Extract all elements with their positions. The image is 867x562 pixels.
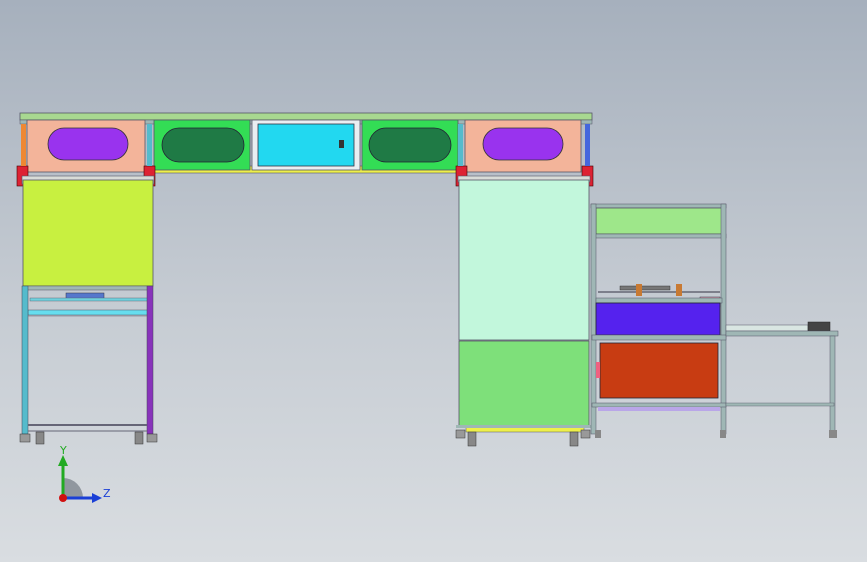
conveyor-leg xyxy=(829,335,836,435)
cyan-post-right xyxy=(458,124,463,166)
conveyor-belt xyxy=(725,324,809,332)
station-rail-3 xyxy=(595,297,723,304)
foot-2 xyxy=(35,431,45,445)
left-machine xyxy=(19,175,158,445)
orange-post-left xyxy=(21,124,26,166)
cab-foot-1 xyxy=(455,429,466,439)
station-rail-5 xyxy=(591,402,727,408)
z-axis-arrow xyxy=(92,493,102,503)
station-post-right xyxy=(720,203,727,435)
side-indicator xyxy=(596,362,600,378)
foot-3 xyxy=(134,431,144,445)
station-top-rail xyxy=(590,203,727,209)
cab-foot-2 xyxy=(467,431,477,447)
center-cabinet xyxy=(455,175,592,447)
purple-window-left xyxy=(47,127,129,161)
coordinate-triad: Y Z xyxy=(58,444,111,503)
purple-window-right xyxy=(482,127,564,161)
left-leg-2 xyxy=(146,285,154,435)
station-rail-6 xyxy=(598,407,720,411)
blue-post-right xyxy=(585,124,590,166)
foot-1 xyxy=(19,433,31,443)
mint-panel xyxy=(458,179,590,341)
left-shelf xyxy=(23,285,153,291)
conveyor-table xyxy=(725,321,839,438)
mechanism-bar xyxy=(619,285,671,291)
panel-lock-icon xyxy=(339,140,344,148)
y-axis-label: Y xyxy=(59,444,67,457)
top-rail xyxy=(19,112,593,121)
mechanism-block-2 xyxy=(676,284,682,296)
conveyor-foot xyxy=(829,430,837,438)
foot-4 xyxy=(146,433,158,443)
cab-foot-3 xyxy=(569,431,579,447)
station-foot-1 xyxy=(595,430,601,438)
dark-green-window-2 xyxy=(368,127,452,163)
mechanism-block-1 xyxy=(636,284,642,296)
blue-panel xyxy=(595,302,721,336)
cabinet-base-rail xyxy=(456,425,592,428)
conveyor-motor xyxy=(807,321,831,332)
station-rail-4 xyxy=(591,334,727,341)
cab-foot-4 xyxy=(580,429,591,439)
conveyor-table-top xyxy=(725,330,839,337)
right-station xyxy=(590,203,727,438)
z-axis-label: Z xyxy=(103,487,111,500)
triad-quadrant xyxy=(63,478,83,498)
lime-panel xyxy=(22,179,154,287)
conveyor-lower-rail xyxy=(725,402,835,407)
top-gantry-beam xyxy=(16,112,594,187)
left-leg-1 xyxy=(21,285,29,435)
left-rail-2 xyxy=(27,309,149,316)
cyan-post-left xyxy=(147,124,152,166)
dark-green-window-1 xyxy=(161,127,245,163)
cad-assembly-view: Y Z xyxy=(16,112,839,503)
orange-panel xyxy=(599,342,719,399)
light-green-panel xyxy=(595,207,723,235)
left-rail-1 xyxy=(29,297,149,302)
green-lower-panel xyxy=(458,340,590,428)
triad-origin xyxy=(59,494,67,502)
station-post-left xyxy=(590,203,597,435)
station-rail-2 xyxy=(591,233,727,239)
station-foot-2 xyxy=(720,430,726,438)
